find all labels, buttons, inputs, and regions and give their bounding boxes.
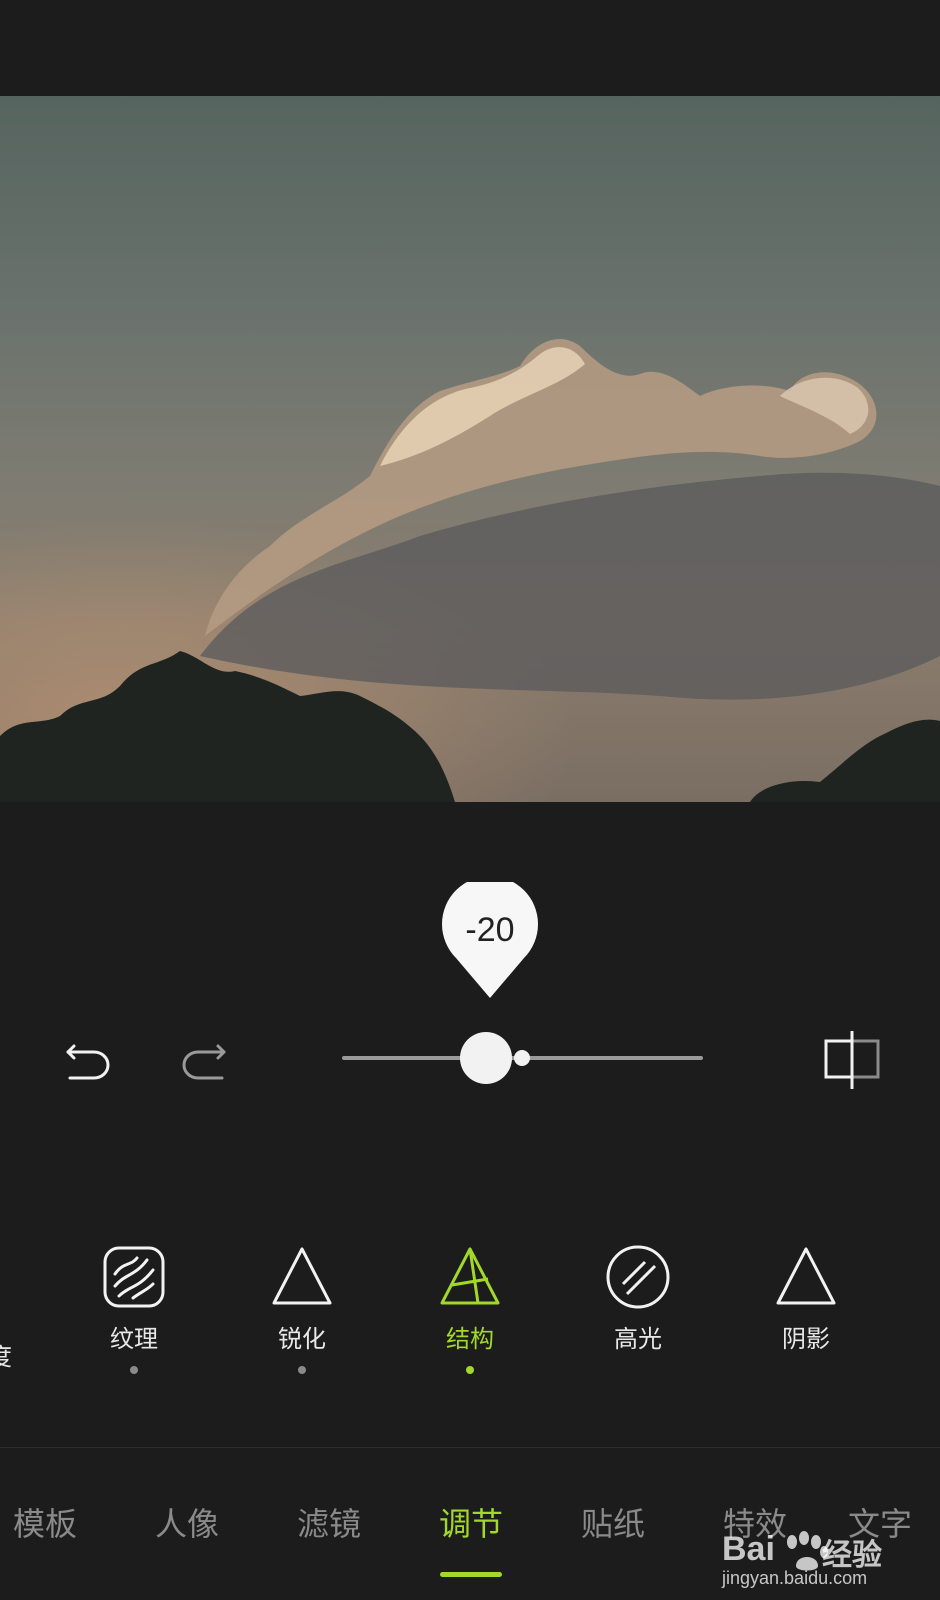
slider-value: -20 bbox=[465, 911, 515, 949]
watermark-brand: Bai bbox=[722, 1530, 775, 1568]
tab-adjust[interactable]: 调节 bbox=[411, 1502, 531, 1546]
redo-button[interactable] bbox=[176, 1036, 232, 1084]
tool-modified-dot bbox=[130, 1366, 138, 1374]
tool-label: 阴影 bbox=[782, 1325, 830, 1353]
undo-button[interactable] bbox=[60, 1036, 116, 1084]
photo-scene bbox=[0, 338, 940, 802]
compare-button[interactable] bbox=[820, 1028, 884, 1092]
tool-label-partial: 度 bbox=[0, 1342, 12, 1372]
tool-shadow[interactable]: 阴影 bbox=[746, 1238, 866, 1398]
tool-label: 锐化 bbox=[278, 1325, 326, 1353]
watermark-url: jingyan.baidu.com bbox=[722, 1568, 868, 1588]
status-bar-area bbox=[0, 0, 940, 96]
sharpen-icon bbox=[272, 1247, 332, 1305]
tool-modified-dot bbox=[466, 1366, 474, 1374]
cloud-shadow bbox=[200, 472, 940, 700]
active-tab-indicator bbox=[440, 1572, 502, 1577]
tool-highlight[interactable]: 高光 bbox=[578, 1238, 698, 1398]
tab-sticker[interactable]: 贴纸 bbox=[553, 1502, 673, 1546]
tool-label: 结构 bbox=[446, 1325, 494, 1353]
compare-icon bbox=[824, 1031, 880, 1089]
tool-label: 高光 bbox=[614, 1325, 662, 1353]
undo-icon bbox=[66, 1044, 110, 1080]
tool-texture[interactable]: 纹理 bbox=[74, 1238, 194, 1398]
slider-zero-marker bbox=[514, 1050, 530, 1066]
trees-right bbox=[750, 719, 940, 802]
tab-filter[interactable]: 滤镜 bbox=[269, 1502, 389, 1546]
slider-handle[interactable] bbox=[460, 1032, 512, 1084]
texture-icon bbox=[103, 1246, 165, 1308]
tab-template[interactable]: 模板 bbox=[0, 1502, 105, 1546]
structure-icon bbox=[440, 1247, 500, 1305]
highlight-icon bbox=[606, 1245, 670, 1309]
redo-icon bbox=[182, 1044, 226, 1080]
tool-label: 纹理 bbox=[110, 1325, 158, 1353]
tool-structure[interactable]: 结构 bbox=[410, 1238, 530, 1398]
shadow-icon bbox=[776, 1247, 836, 1305]
tab-portrait[interactable]: 人像 bbox=[127, 1502, 247, 1546]
tool-sharpen[interactable]: 锐化 bbox=[242, 1238, 362, 1398]
tool-modified-dot bbox=[298, 1366, 306, 1374]
photo-preview[interactable] bbox=[0, 96, 940, 802]
